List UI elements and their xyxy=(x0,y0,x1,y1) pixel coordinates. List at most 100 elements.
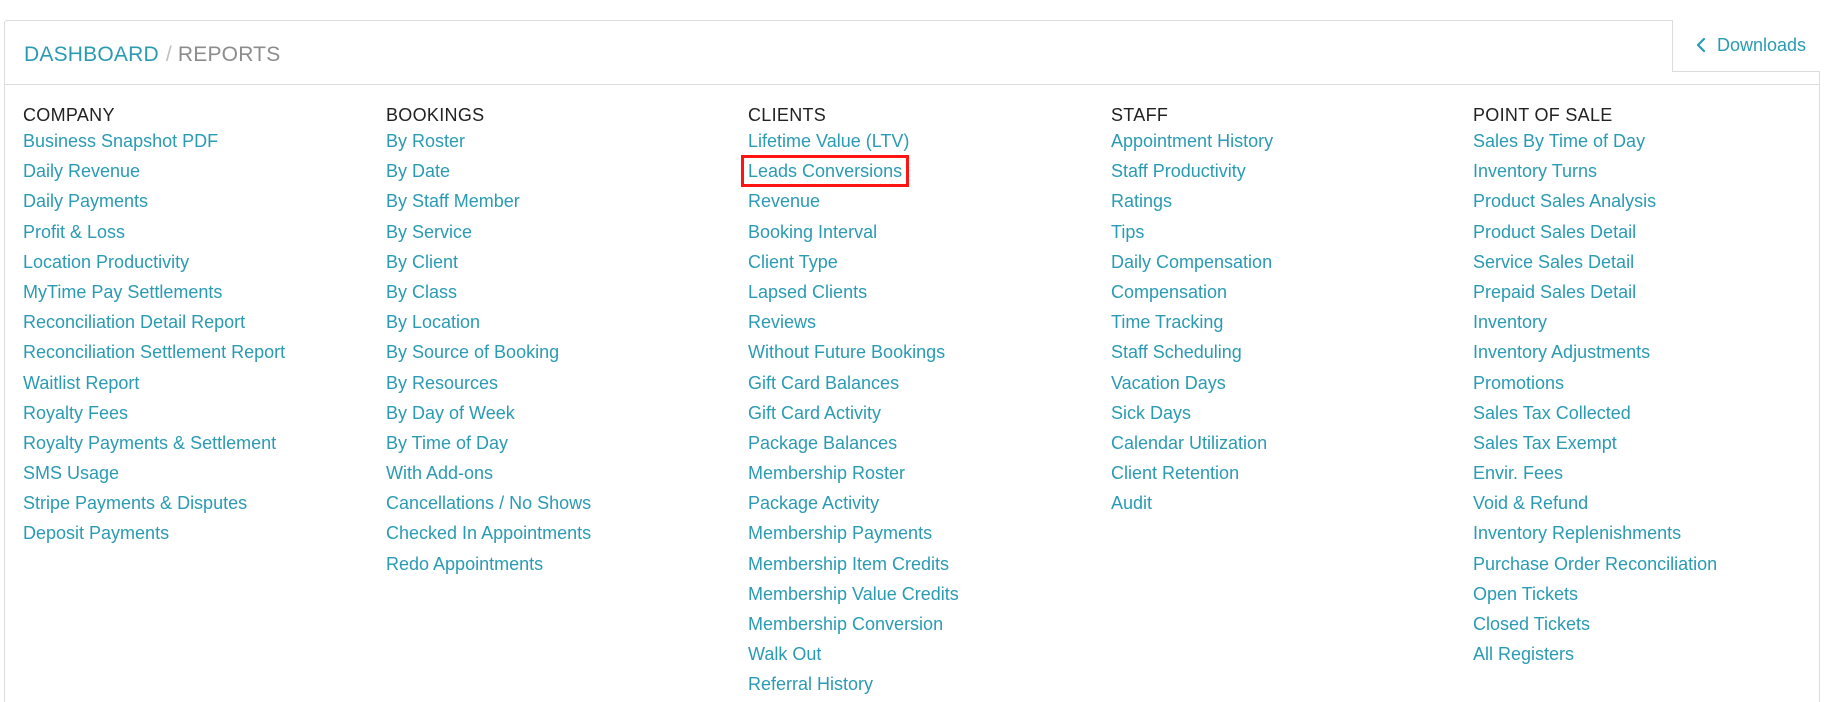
report-link[interactable]: Sales By Time of Day xyxy=(1473,130,1717,160)
report-link[interactable]: Reconciliation Settlement Report xyxy=(23,341,285,371)
report-link[interactable]: By Resources xyxy=(386,372,591,402)
breadcrumb-dashboard-link[interactable]: DASHBOARD xyxy=(24,43,159,66)
report-link[interactable]: Service Sales Detail xyxy=(1473,251,1717,281)
report-link[interactable]: Client Retention xyxy=(1111,462,1273,492)
report-link[interactable]: Membership Item Credits xyxy=(748,553,959,583)
point-of-sale-heading: POINT OF SALE xyxy=(1473,105,1613,125)
report-link[interactable]: Referral History xyxy=(748,673,959,702)
report-link[interactable]: Daily Revenue xyxy=(23,160,285,190)
report-link-label: Closed Tickets xyxy=(1473,614,1591,634)
report-link[interactable]: Cancellations / No Shows xyxy=(386,492,591,522)
bookings-report-list: By Roster By Date By Staff Member By Servic… xyxy=(386,130,591,583)
report-link[interactable]: Void & Refund xyxy=(1473,492,1717,522)
report-link-label: Profit & Loss xyxy=(23,221,126,242)
report-link[interactable]: By Service xyxy=(386,221,591,251)
report-link[interactable]: Inventory Turns xyxy=(1473,160,1717,190)
report-link[interactable]: Gift Card Activity xyxy=(748,402,959,432)
report-link[interactable]: Without Future Bookings xyxy=(748,341,959,371)
report-link[interactable]: Gift Card Balances xyxy=(748,372,959,402)
report-link[interactable]: Staff Scheduling xyxy=(1111,341,1273,371)
report-link-label: Ratings xyxy=(1111,191,1173,212)
report-link[interactable]: Royalty Fees xyxy=(23,402,285,432)
report-link[interactable]: Product Sales Analysis xyxy=(1473,190,1717,220)
report-link[interactable]: Staff Productivity xyxy=(1111,160,1273,190)
page-right-gutter xyxy=(1820,20,1840,702)
report-link[interactable]: By Date xyxy=(386,160,591,190)
report-link-label: Package Balances xyxy=(748,432,898,453)
report-link[interactable]: Inventory xyxy=(1473,311,1717,341)
report-link[interactable]: Walk Out xyxy=(748,643,959,673)
report-link[interactable]: Reviews xyxy=(748,311,959,341)
report-link[interactable]: Purchase Order Reconciliation xyxy=(1473,553,1717,583)
report-link[interactable]: With Add-ons xyxy=(386,462,591,492)
report-link[interactable]: Inventory Replenishments xyxy=(1473,522,1717,552)
report-link[interactable]: Closed Tickets xyxy=(1473,613,1717,643)
report-link[interactable]: By Roster xyxy=(386,130,591,160)
report-link[interactable]: Ratings xyxy=(1111,190,1273,220)
report-link[interactable]: Sales Tax Collected xyxy=(1473,402,1717,432)
report-link-label: By Class xyxy=(386,281,458,302)
report-link[interactable]: Location Productivity xyxy=(23,251,285,281)
report-link[interactable]: Open Tickets xyxy=(1473,583,1717,613)
report-link-label: Sales Tax Exempt xyxy=(1473,432,1617,453)
report-link[interactable]: Daily Payments xyxy=(23,190,285,220)
report-link[interactable]: Lifetime Value (LTV) xyxy=(748,130,959,160)
report-link[interactable]: Reconciliation Detail Report xyxy=(23,311,285,341)
report-link[interactable]: Stripe Payments & Disputes xyxy=(23,492,285,522)
breadcrumb: DASHBOARD / REPORTS xyxy=(24,43,280,67)
report-link[interactable]: Membership Roster xyxy=(748,462,959,492)
report-link[interactable]: SMS Usage xyxy=(23,462,285,492)
report-link[interactable]: Calendar Utilization xyxy=(1111,432,1273,462)
downloads-button[interactable]: Downloads xyxy=(1672,20,1822,72)
report-link[interactable]: By Location xyxy=(386,311,591,341)
report-link[interactable]: Time Tracking xyxy=(1111,311,1273,341)
report-link[interactable]: Checked In Appointments xyxy=(386,522,591,552)
report-link[interactable]: Product Sales Detail xyxy=(1473,221,1717,251)
report-link[interactable]: Royalty Payments & Settlement xyxy=(23,432,285,462)
report-link[interactable]: Business Snapshot PDF xyxy=(23,130,285,160)
report-link[interactable]: Booking Interval xyxy=(748,221,959,251)
report-link[interactable]: Membership Payments xyxy=(748,522,959,552)
report-link[interactable]: Vacation Days xyxy=(1111,372,1273,402)
report-link[interactable]: Profit & Loss xyxy=(23,221,285,251)
report-link[interactable]: Package Balances xyxy=(748,432,959,462)
report-link[interactable]: By Class xyxy=(386,281,591,311)
report-link[interactable]: Appointment History xyxy=(1111,130,1273,160)
report-link[interactable]: Prepaid Sales Detail xyxy=(1473,281,1717,311)
report-link[interactable]: Membership Value Credits xyxy=(748,583,959,613)
report-link[interactable]: By Client xyxy=(386,251,591,281)
report-link[interactable]: Waitlist Report xyxy=(23,372,285,402)
report-link[interactable]: Membership Conversion xyxy=(748,613,959,643)
report-link[interactable]: Envir. Fees xyxy=(1473,462,1717,492)
report-link[interactable]: Compensation xyxy=(1111,281,1273,311)
report-link[interactable]: Daily Compensation xyxy=(1111,251,1273,281)
report-link[interactable]: By Staff Member xyxy=(386,190,591,220)
company-heading: COMPANY xyxy=(23,105,115,125)
report-link[interactable]: Tips xyxy=(1111,221,1273,251)
report-link-label: Daily Compensation xyxy=(1111,251,1273,272)
report-link[interactable]: Deposit Payments xyxy=(23,522,285,552)
report-link[interactable]: Inventory Adjustments xyxy=(1473,341,1717,371)
report-link[interactable]: Revenue xyxy=(748,190,959,220)
report-link[interactable]: Sick Days xyxy=(1111,402,1273,432)
report-link[interactable]: By Day of Week xyxy=(386,402,591,432)
report-link[interactable]: Client Type xyxy=(748,251,959,281)
report-link[interactable]: Sales Tax Exempt xyxy=(1473,432,1717,462)
point-of-sale-report-list: Sales By Time of Day Inventory Turns Produ… xyxy=(1473,130,1717,673)
report-link-label: SMS Usage xyxy=(23,463,120,484)
report-link[interactable]: Audit xyxy=(1111,492,1273,522)
report-link-label: By Staff Member xyxy=(386,191,520,212)
clients-report-list: Lifetime Value (LTV) Leads Conversions Rev… xyxy=(740,130,959,702)
report-link-label: Appointment History xyxy=(1111,131,1274,151)
report-link[interactable]: By Source of Booking xyxy=(386,341,591,371)
report-link-label: Membership Value Credits xyxy=(748,583,959,604)
report-link[interactable]: MyTime Pay Settlements xyxy=(23,281,285,311)
report-link[interactable]: By Time of Day xyxy=(386,432,591,462)
report-link[interactable]: All Registers xyxy=(1473,643,1717,673)
report-link[interactable]: Redo Appointments xyxy=(386,553,591,583)
report-link-highlighted[interactable]: Leads Conversions xyxy=(740,155,959,190)
report-link[interactable]: Lapsed Clients xyxy=(748,281,959,311)
report-link[interactable]: Promotions xyxy=(1473,372,1717,402)
report-link-label: By Service xyxy=(386,221,473,242)
report-link[interactable]: Package Activity xyxy=(748,492,959,522)
